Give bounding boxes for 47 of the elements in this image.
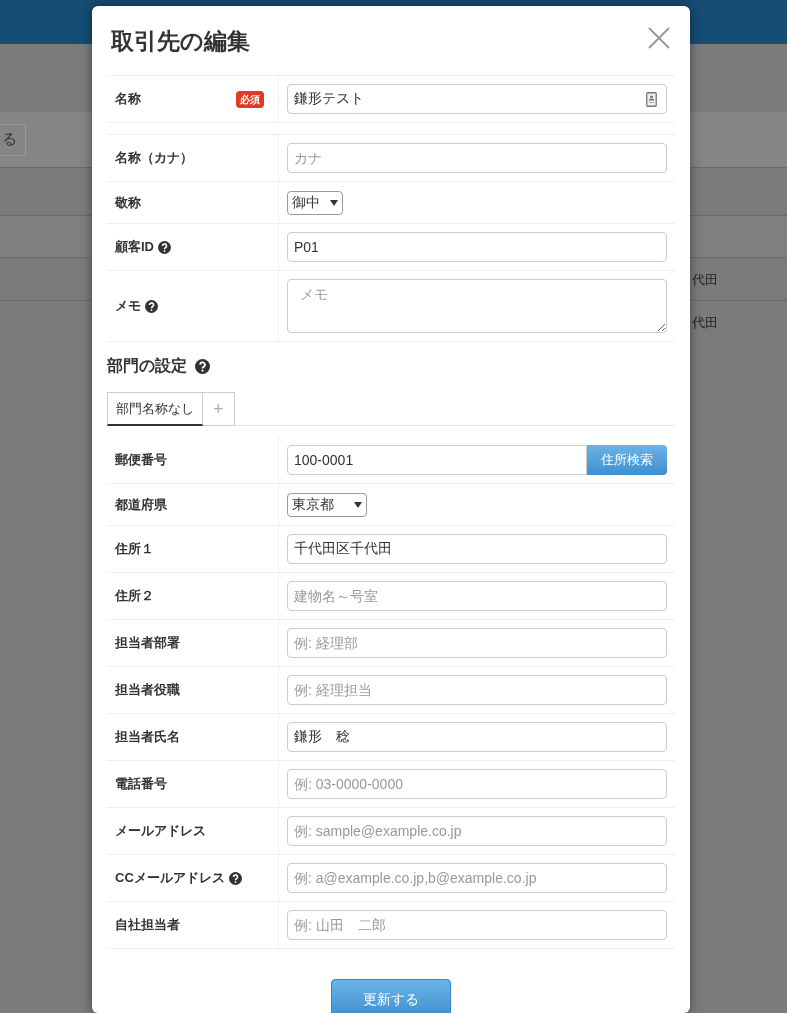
field-label: 住所２ (115, 587, 154, 606)
text-field[interactable]: 鎌形 稔 (287, 722, 667, 752)
table-cell-text: 代田 (692, 271, 718, 289)
section-heading: 部門の設定 (107, 356, 187, 376)
dropdown-caret-icon (354, 501, 362, 508)
field-label: メモ (115, 297, 141, 316)
text-field[interactable]: 例: 03-0000-0000 (287, 769, 667, 799)
field-label: 担当者役職 (115, 681, 180, 700)
dialog-title: 取引先の編集 (111, 27, 250, 56)
field-label: 顧客ID (115, 238, 154, 257)
field-label: 都道府県 (115, 495, 167, 514)
text-field[interactable]: 鎌形テスト (287, 84, 667, 114)
field-label: メールアドレス (115, 822, 206, 841)
field-label: 住所１ (115, 540, 154, 559)
dropdown-caret-icon (330, 199, 338, 206)
field-label: CCメールアドレス (115, 869, 225, 888)
help-icon[interactable] (158, 240, 171, 254)
text-field[interactable]: 例: sample@example.co.jp (287, 816, 667, 846)
select-dropdown[interactable]: 御中 (287, 190, 343, 215)
text-field[interactable]: 例: 経理担当 (287, 675, 667, 705)
select-dropdown[interactable]: 東京都 (287, 492, 367, 517)
text-field[interactable]: P01 (287, 232, 667, 262)
text-field[interactable]: 建物名～号室 (287, 581, 667, 611)
help-icon[interactable] (228, 871, 242, 885)
text-field[interactable]: 例: 経理部 (287, 628, 667, 658)
contact-card-icon[interactable] (646, 92, 657, 107)
department-tab[interactable]: 部門名称なし (107, 392, 203, 426)
text-field[interactable]: 例: a@example.co.jp,b@example.co.jp (287, 863, 667, 893)
field-label: 電話番号 (115, 775, 167, 794)
field-label: 担当者氏名 (115, 728, 180, 747)
field-label: 名称 (115, 90, 141, 109)
text-field[interactable]: 例: 山田 二郎 (287, 910, 667, 940)
help-icon[interactable] (145, 299, 158, 313)
close-icon[interactable] (647, 26, 671, 50)
table-cell-text: 代田 (692, 314, 718, 332)
field-label: 郵便番号 (115, 451, 167, 470)
field-label: 自社担当者 (115, 916, 180, 935)
field-label: 敬称 (115, 193, 141, 212)
memo-field[interactable]: メモ (287, 279, 667, 333)
field-label: 担当者部署 (115, 634, 180, 653)
toolbar-button[interactable]: る (0, 123, 26, 156)
field-label: 名称（カナ） (115, 149, 193, 168)
text-field[interactable]: 千代田区千代田 (287, 534, 667, 564)
text-field[interactable]: カナ (287, 143, 667, 173)
help-icon[interactable] (195, 358, 210, 374)
required-badge: 必須 (236, 90, 264, 108)
postal-code-field[interactable]: 100-0001 (287, 445, 587, 475)
